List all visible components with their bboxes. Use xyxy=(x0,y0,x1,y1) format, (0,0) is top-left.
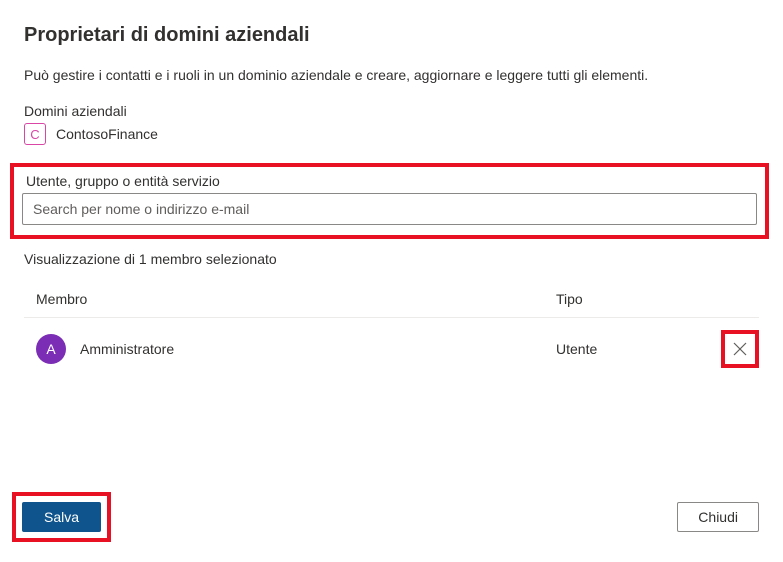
close-button[interactable]: Chiudi xyxy=(677,502,759,532)
save-button[interactable]: Salva xyxy=(22,502,101,532)
search-label: Utente, gruppo o entità servizio xyxy=(26,173,757,189)
close-icon xyxy=(732,341,748,357)
save-highlight-annotation: Salva xyxy=(12,492,111,542)
footer: Salva Chiudi xyxy=(12,492,759,542)
search-input[interactable] xyxy=(22,193,757,225)
member-type: Utente xyxy=(556,341,747,357)
domain-name: ContosoFinance xyxy=(56,126,158,142)
domain-badge-icon: C xyxy=(24,123,46,145)
table-header: Membro Tipo xyxy=(24,283,759,318)
remove-highlight-annotation xyxy=(721,330,759,368)
search-highlight-annotation: Utente, gruppo o entità servizio xyxy=(10,163,769,239)
domain-row: C ContosoFinance xyxy=(24,123,759,145)
page-description: Può gestire i contatti e i ruoli in un d… xyxy=(24,67,759,83)
members-table: Membro Tipo A Amministratore Utente xyxy=(24,283,759,380)
column-header-member: Membro xyxy=(36,291,556,307)
member-name: Amministratore xyxy=(80,341,556,357)
avatar: A xyxy=(36,334,66,364)
column-header-type: Tipo xyxy=(556,291,747,307)
members-caption: Visualizzazione di 1 membro selezionato xyxy=(24,251,759,267)
table-row: A Amministratore Utente xyxy=(24,318,759,380)
domain-label: Domini aziendali xyxy=(24,103,759,119)
remove-member-button[interactable] xyxy=(730,339,750,359)
page-title: Proprietari di domini aziendali xyxy=(24,24,759,47)
